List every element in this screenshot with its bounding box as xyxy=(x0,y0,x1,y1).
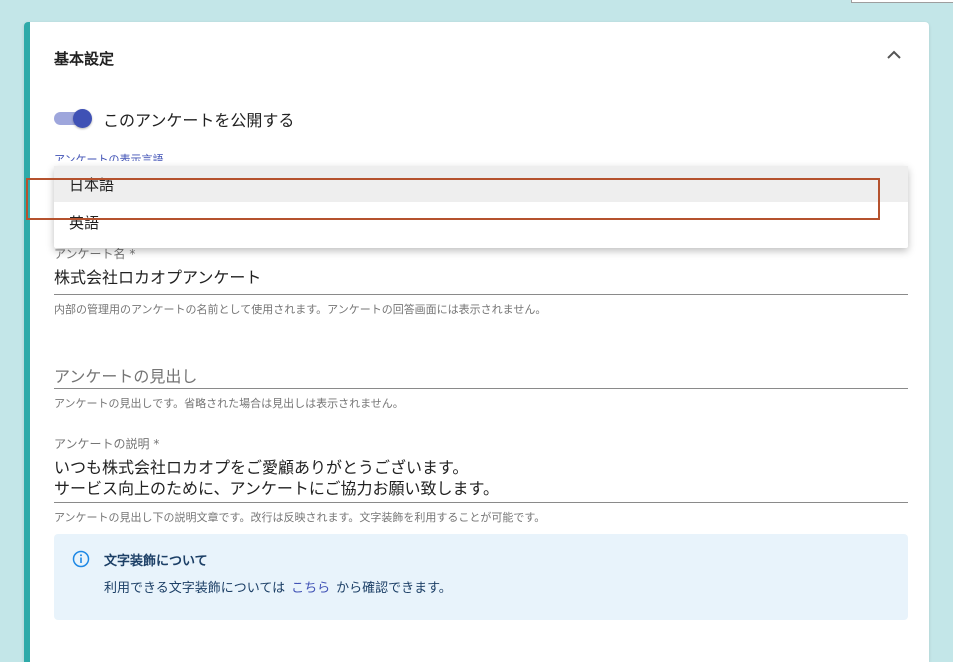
language-option-japanese[interactable]: 日本語 xyxy=(54,166,908,202)
language-dropdown-menu: 日本語 英語 xyxy=(54,166,908,248)
survey-heading-underline xyxy=(54,388,908,389)
description-line-1: いつも株式会社ロカオプをご愛顧ありがとうございます。 xyxy=(54,458,469,477)
info-icon xyxy=(72,550,90,568)
info-link[interactable]: こちら xyxy=(291,581,330,596)
survey-description-input[interactable]: いつも株式会社ロカオプをご愛顧ありがとうございます。 サービス向上のために、アン… xyxy=(54,457,499,499)
survey-description-underline xyxy=(54,502,908,503)
publish-toggle[interactable] xyxy=(54,109,92,128)
language-select-label: アンケートの表示言語 xyxy=(54,153,164,161)
survey-name-input[interactable]: 株式会社ロカオプアンケート xyxy=(54,267,261,288)
chevron-up-icon xyxy=(887,50,901,59)
survey-name-helper: 内部の管理用のアンケートの名前として使用されます。アンケートの回答画面には表示さ… xyxy=(54,303,547,316)
survey-heading-input[interactable]: アンケートの見出し xyxy=(54,363,197,387)
publish-toggle-label: このアンケートを公開する xyxy=(103,111,295,130)
language-option-english[interactable]: 英語 xyxy=(54,204,908,240)
info-body: 利用できる文字装飾については こちら から確認できます。 xyxy=(104,577,452,596)
survey-description-helper: アンケートの見出し下の説明文章です。改行は反映されます。文字装飾を利用することが… xyxy=(54,511,546,524)
description-line-2: サービス向上のために、アンケートにご協力お願い致します。 xyxy=(54,479,499,498)
collapse-button[interactable] xyxy=(881,41,907,67)
basic-settings-card: 基本設定 このアンケートを公開する アンケートの表示言語 アンケート名 * 株式… xyxy=(24,22,929,662)
card-title: 基本設定 xyxy=(54,50,115,68)
survey-heading-helper: アンケートの見出しです。省略された場合は見出しは表示されません。 xyxy=(54,397,404,410)
toggle-knob xyxy=(73,109,92,128)
card-accent-bar xyxy=(24,22,30,662)
text-decoration-info-box: 文字装飾について 利用できる文字装飾については こちら から確認できます。 xyxy=(54,534,908,620)
info-text-after: から確認できます。 xyxy=(336,581,452,596)
info-title: 文字装飾について xyxy=(104,554,208,569)
survey-name-underline xyxy=(54,294,908,295)
info-text-before: 利用できる文字装飾については xyxy=(104,581,286,596)
survey-description-label: アンケートの説明 * xyxy=(54,437,160,451)
top-tab-edge xyxy=(851,0,953,3)
